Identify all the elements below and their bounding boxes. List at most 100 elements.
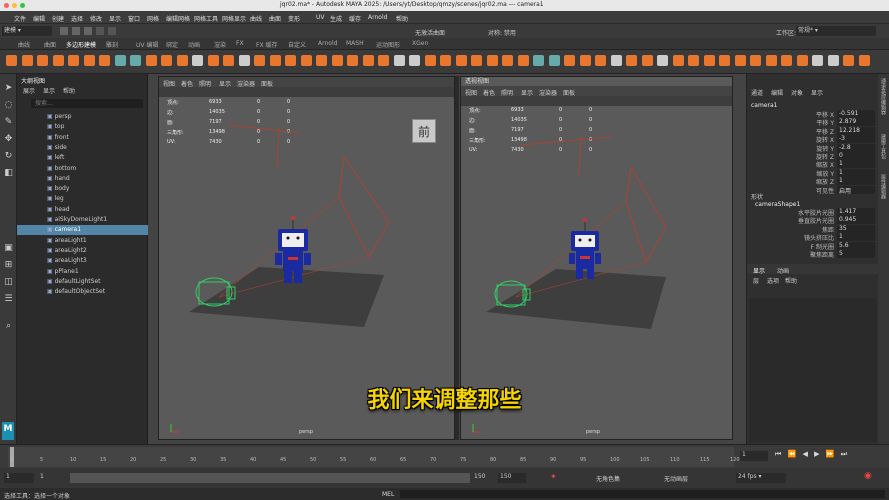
- shelf-tool-icon[interactable]: [68, 55, 79, 66]
- fps-select[interactable]: 24 fps ▾: [736, 473, 786, 483]
- channel-value-field[interactable]: 0.945: [837, 216, 875, 225]
- outliner-search-input[interactable]: 搜索...: [31, 99, 143, 108]
- maximize-window-button[interactable]: [20, 3, 25, 8]
- minimize-window-button[interactable]: [12, 3, 17, 8]
- shelf-tool-icon[interactable]: [254, 55, 265, 66]
- shelf-tool-icon[interactable]: [192, 55, 203, 66]
- shelf-tool-icon[interactable]: [672, 55, 684, 66]
- menu-6[interactable]: 窗口: [128, 14, 140, 23]
- open-scene-icon[interactable]: [72, 27, 80, 35]
- outliner-item[interactable]: ▣ left: [17, 153, 148, 163]
- channel-value-field[interactable]: -2.8: [837, 143, 875, 152]
- side-tab-attribute-editor[interactable]: 属性编辑器: [880, 174, 887, 199]
- go-end-icon[interactable]: ⏭: [841, 450, 849, 458]
- shelf-tool-icon[interactable]: [548, 55, 560, 66]
- outliner-item[interactable]: ▣ areaLight1: [17, 236, 148, 246]
- shelf-tab-2[interactable]: 多边形建模: [66, 40, 96, 49]
- shelf-tool-icon[interactable]: [626, 55, 637, 66]
- scale-tool-icon[interactable]: ◧: [2, 167, 15, 180]
- undo-icon[interactable]: [96, 27, 104, 35]
- outliner-item[interactable]: ▣ aiSkyDomeLight1: [17, 215, 148, 225]
- shelf-tool-icon[interactable]: [533, 55, 544, 66]
- shelf-tab-0[interactable]: 曲线: [18, 40, 30, 49]
- play-back-icon[interactable]: ◀: [803, 450, 810, 458]
- time-slider-track[interactable]: 1 5 10 15 20 25 30 35 40 45 50 55 60 65 70 75 80 85 90 95 10…: [8, 447, 740, 467]
- outliner-item[interactable]: ▣ top: [17, 122, 148, 132]
- shelf-tool-icon[interactable]: [161, 55, 172, 66]
- outliner-item[interactable]: ▣ body: [17, 184, 148, 194]
- shelf-tool-icon[interactable]: [207, 55, 219, 66]
- auto-key-icon[interactable]: ✦: [550, 472, 557, 481]
- shelf-tool-icon[interactable]: [796, 55, 808, 66]
- shelf-tab-10[interactable]: 自定义: [288, 40, 306, 49]
- select-tool-icon[interactable]: ➤: [2, 82, 15, 95]
- search-icon[interactable]: ⌕: [2, 320, 15, 333]
- command-line-input[interactable]: [400, 490, 885, 498]
- menu-5[interactable]: 显示: [109, 14, 121, 23]
- time-slider[interactable]: 1 5 10 15 20 25 30 35 40 45 50 55 60 65 70 75 80 85 90 95 10…: [0, 444, 889, 468]
- outliner-item[interactable]: ▣ hand: [17, 174, 148, 184]
- shelf-tool-icon[interactable]: [595, 55, 606, 66]
- outliner-item[interactable]: ▣ areaLight2: [17, 246, 148, 256]
- shelf-tool-icon[interactable]: [641, 55, 653, 66]
- channel-menu-object[interactable]: 对象: [791, 88, 803, 97]
- shelf-tool-icon[interactable]: [827, 55, 839, 66]
- outliner-item[interactable]: ▣ pPlane1: [17, 267, 148, 277]
- menu-12[interactable]: 曲面: [269, 14, 281, 23]
- play-forward-icon[interactable]: ▶: [814, 450, 821, 458]
- shelf-tab-3[interactable]: 雕刻: [106, 40, 118, 49]
- anim-end-field[interactable]: 150: [498, 473, 526, 483]
- outliner-item[interactable]: ▣ persp: [17, 112, 148, 122]
- four-layout-icon[interactable]: ⊞: [2, 259, 15, 272]
- close-window-button[interactable]: [4, 3, 9, 8]
- live-surface-label[interactable]: 无激活曲面: [415, 28, 445, 37]
- outliner-menu-show[interactable]: 展示: [23, 86, 35, 95]
- menu-10[interactable]: 网格显示: [222, 14, 246, 23]
- shelf-tab-12[interactable]: MASH: [346, 40, 364, 47]
- shelf-tab-4[interactable]: UV 编辑: [136, 40, 158, 49]
- single-layout-icon[interactable]: ▣: [2, 242, 15, 255]
- paint-select-icon[interactable]: ✎: [2, 116, 15, 129]
- channel-menu-edit[interactable]: 编辑: [771, 88, 783, 97]
- shelf-tool-icon[interactable]: [719, 55, 730, 66]
- shelf-tool-icon[interactable]: [812, 55, 823, 66]
- two-layout-icon[interactable]: ◫: [2, 276, 15, 289]
- anim-layer-select[interactable]: 无动画层: [664, 474, 688, 483]
- shelf-tab-8[interactable]: FX: [236, 40, 244, 47]
- channel-value-field[interactable]: -0.591: [837, 110, 875, 118]
- shelf-tool-icon[interactable]: [37, 55, 48, 66]
- channel-value-field[interactable]: 5.6: [837, 241, 875, 250]
- shelf-tool-icon[interactable]: [517, 55, 529, 66]
- shelf-tool-icon[interactable]: [21, 55, 33, 66]
- shelf-tool-icon[interactable]: [83, 55, 95, 66]
- character-set-select[interactable]: 无角色集: [596, 474, 620, 483]
- new-scene-icon[interactable]: [60, 27, 68, 35]
- shelf-tab-9[interactable]: FX 缓存: [256, 40, 277, 49]
- shelf-tool-icon[interactable]: [843, 55, 854, 66]
- channel-menu-show[interactable]: 显示: [811, 88, 823, 97]
- go-start-icon[interactable]: ⏮: [775, 450, 783, 458]
- menu-4[interactable]: 修改: [90, 14, 102, 23]
- side-tab-modeling-toolkit[interactable]: 建模工具包: [880, 134, 887, 159]
- lasso-tool-icon[interactable]: ◌: [2, 99, 15, 112]
- channel-value-field[interactable]: 2.879: [837, 118, 875, 127]
- channel-menu-channels[interactable]: 通道: [751, 88, 763, 97]
- shelf-tool-icon[interactable]: [223, 55, 234, 66]
- shelf-tool-icon[interactable]: [424, 55, 436, 66]
- layer-menu-layers[interactable]: 层: [753, 276, 759, 285]
- outliner-item[interactable]: ▣ camera1: [17, 225, 148, 236]
- menu-11[interactable]: 曲线: [250, 14, 262, 23]
- shelf-tool-icon[interactable]: [765, 55, 777, 66]
- range-start-field[interactable]: 1: [38, 473, 68, 483]
- step-forward-icon[interactable]: ⏩: [826, 450, 837, 458]
- mel-label[interactable]: MEL: [382, 491, 394, 498]
- outliner-item[interactable]: ▣ bottom: [17, 164, 148, 174]
- shelf-tool-icon[interactable]: [316, 55, 327, 66]
- symmetry-label[interactable]: 对称: 禁用: [488, 28, 516, 37]
- current-frame-field[interactable]: 1: [740, 451, 768, 461]
- shelf-tool-icon[interactable]: [409, 55, 420, 66]
- channel-value-field[interactable]: 1: [837, 233, 875, 242]
- menu-2[interactable]: 创建: [52, 14, 64, 23]
- channel-value-field[interactable]: 1: [837, 168, 875, 177]
- shelf-tool-icon[interactable]: [114, 55, 126, 66]
